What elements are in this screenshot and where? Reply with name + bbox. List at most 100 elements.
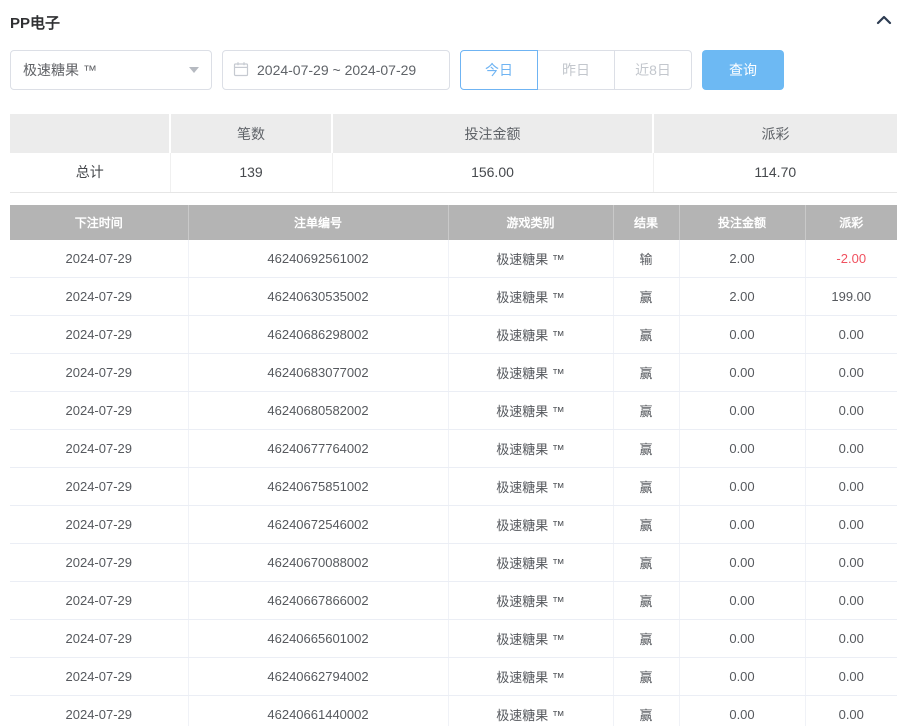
- record-row: 2024-07-2946240675851002极速糖果 ™赢0.000.00: [10, 468, 897, 506]
- record-row: 2024-07-2946240672546002极速糖果 ™赢0.000.00: [10, 506, 897, 544]
- record-row: 2024-07-2946240662794002极速糖果 ™赢0.000.00: [10, 658, 897, 696]
- record-cell: 赢: [613, 468, 679, 506]
- record-cell: 赢: [613, 544, 679, 582]
- record-cell: 46240667866002: [188, 582, 448, 620]
- record-cell: 赢: [613, 582, 679, 620]
- record-cell: 0.00: [805, 658, 897, 696]
- record-cell: 极速糖果 ™: [448, 392, 613, 430]
- records-header-cell: 游戏类别: [448, 205, 613, 240]
- summary-cell: 156.00: [332, 153, 653, 192]
- calendar-icon: [233, 61, 257, 80]
- quick-range-button-yesterday[interactable]: 昨日: [537, 50, 615, 90]
- record-row: 2024-07-2946240680582002极速糖果 ™赢0.000.00: [10, 392, 897, 430]
- records-header-cell: 结果: [613, 205, 679, 240]
- game-select-value: 极速糖果 ™: [23, 60, 97, 80]
- record-cell: 0.00: [679, 392, 805, 430]
- record-cell: 0.00: [679, 620, 805, 658]
- record-cell: 0.00: [805, 354, 897, 392]
- record-cell: 0.00: [805, 316, 897, 354]
- records-header-cell: 投注金额: [679, 205, 805, 240]
- record-cell: 46240661440002: [188, 696, 448, 726]
- record-cell: 46240692561002: [188, 240, 448, 278]
- record-row: 2024-07-2946240661440002极速糖果 ™赢0.000.00: [10, 696, 897, 726]
- record-cell: 2024-07-29: [10, 430, 188, 468]
- record-cell: 0.00: [805, 392, 897, 430]
- summary-cell: 139: [170, 153, 332, 192]
- summary-header-cell: [10, 114, 170, 153]
- record-cell: 2024-07-29: [10, 240, 188, 278]
- record-row: 2024-07-2946240665601002极速糖果 ™赢0.000.00: [10, 620, 897, 658]
- record-cell: 极速糖果 ™: [448, 354, 613, 392]
- record-cell: 0.00: [679, 582, 805, 620]
- record-cell: 2024-07-29: [10, 506, 188, 544]
- summary-header-cell: 笔数: [170, 114, 332, 153]
- summary-total-row: 总计139156.00114.70: [10, 153, 897, 192]
- page-title: PP电子: [10, 12, 60, 33]
- record-cell: 赢: [613, 430, 679, 468]
- record-cell: 输: [613, 240, 679, 278]
- caret-down-icon: [189, 67, 199, 73]
- record-cell: 赢: [613, 316, 679, 354]
- records-header-row: 下注时间注单编号游戏类别结果投注金额派彩: [10, 205, 897, 240]
- summary-cell: 总计: [10, 153, 170, 192]
- record-cell: 0.00: [805, 430, 897, 468]
- record-cell: 极速糖果 ™: [448, 316, 613, 354]
- record-cell: 199.00: [805, 278, 897, 316]
- record-cell: 极速糖果 ™: [448, 430, 613, 468]
- record-cell: 极速糖果 ™: [448, 696, 613, 726]
- record-cell: 极速糖果 ™: [448, 278, 613, 316]
- collapse-panel-button[interactable]: [873, 12, 895, 34]
- record-cell: 0.00: [679, 430, 805, 468]
- records-header-cell: 注单编号: [188, 205, 448, 240]
- record-cell: 2024-07-29: [10, 278, 188, 316]
- record-row: 2024-07-2946240686298002极速糖果 ™赢0.000.00: [10, 316, 897, 354]
- record-cell: 赢: [613, 392, 679, 430]
- record-cell: 0.00: [679, 506, 805, 544]
- date-range-input[interactable]: 2024-07-29 ~ 2024-07-29: [222, 50, 450, 90]
- record-cell: 0.00: [679, 354, 805, 392]
- record-cell: 2024-07-29: [10, 544, 188, 582]
- record-cell: 46240672546002: [188, 506, 448, 544]
- game-select[interactable]: 极速糖果 ™: [10, 50, 212, 90]
- record-cell: 2024-07-29: [10, 354, 188, 392]
- record-cell: 46240665601002: [188, 620, 448, 658]
- record-cell: 46240662794002: [188, 658, 448, 696]
- records-body: 2024-07-2946240692561002极速糖果 ™输2.00-2.00…: [10, 240, 897, 726]
- record-row: 2024-07-2946240677764002极速糖果 ™赢0.000.00: [10, 430, 897, 468]
- record-cell: 赢: [613, 506, 679, 544]
- search-button[interactable]: 查询: [702, 50, 784, 90]
- record-cell: 2024-07-29: [10, 316, 188, 354]
- summary-cell: 114.70: [653, 153, 897, 192]
- record-row: 2024-07-2946240692561002极速糖果 ™输2.00-2.00: [10, 240, 897, 278]
- record-cell: 0.00: [805, 544, 897, 582]
- record-cell: 极速糖果 ™: [448, 468, 613, 506]
- record-row: 2024-07-2946240667866002极速糖果 ™赢0.000.00: [10, 582, 897, 620]
- record-cell: 0.00: [679, 658, 805, 696]
- record-cell: 46240686298002: [188, 316, 448, 354]
- record-cell: 极速糖果 ™: [448, 240, 613, 278]
- record-cell: 赢: [613, 658, 679, 696]
- quick-range-button-today[interactable]: 今日: [460, 50, 538, 90]
- record-cell: 2.00: [679, 278, 805, 316]
- quick-range-button-last-8-days[interactable]: 近8日: [614, 50, 692, 90]
- record-cell: 46240630535002: [188, 278, 448, 316]
- chevron-up-icon: [875, 13, 893, 32]
- record-cell: 2024-07-29: [10, 658, 188, 696]
- record-row: 2024-07-2946240630535002极速糖果 ™赢2.00199.0…: [10, 278, 897, 316]
- record-cell: 46240675851002: [188, 468, 448, 506]
- record-cell: 2024-07-29: [10, 620, 188, 658]
- summary-header-cell: 投注金额: [332, 114, 653, 153]
- record-cell: 0.00: [805, 582, 897, 620]
- record-cell: 2.00: [679, 240, 805, 278]
- record-row: 2024-07-2946240670088002极速糖果 ™赢0.000.00: [10, 544, 897, 582]
- record-cell: 2024-07-29: [10, 392, 188, 430]
- record-cell: 0.00: [805, 696, 897, 726]
- record-cell: 2024-07-29: [10, 696, 188, 726]
- game-records-panel: PP电子 极速糖果 ™ 2024-07-29 ~ 2024: [0, 0, 907, 726]
- panel-header: PP电子: [10, 0, 897, 32]
- summary-header-cell: 派彩: [653, 114, 897, 153]
- record-cell: 0.00: [805, 468, 897, 506]
- record-cell: 46240680582002: [188, 392, 448, 430]
- record-cell: -2.00: [805, 240, 897, 278]
- filter-controls: 极速糖果 ™ 2024-07-29 ~ 2024-07-29 今日昨日近8日 查…: [10, 50, 897, 90]
